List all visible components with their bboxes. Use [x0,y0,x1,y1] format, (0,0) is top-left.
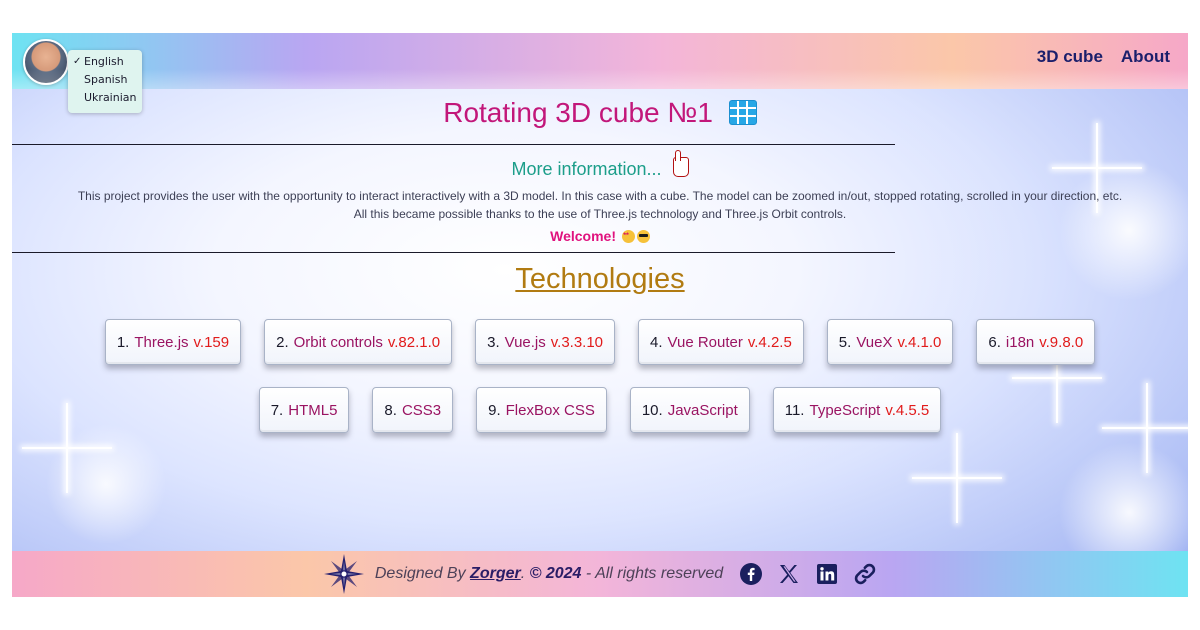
divider [12,252,895,253]
technology-badge[interactable]: 11. TypeScript v.4.5.5 [772,387,942,433]
page-title-row: Rotating 3D cube №1 [12,97,1188,129]
technology-name: i18n [1005,333,1035,351]
technology-badge[interactable]: 1. Three.js v.159 [104,319,242,365]
linkedin-icon[interactable] [815,562,839,586]
technology-version: v.159 [193,333,230,351]
technology-name: HTML5 [288,401,338,419]
technology-name: JavaScript [667,401,738,419]
technology-badge[interactable]: 10. JavaScript [629,387,750,433]
social-links [739,562,877,586]
description-line: All this became possible thanks to the u… [353,207,847,221]
technology-name: TypeScript [809,401,881,419]
technology-badge[interactable]: 7. HTML5 [258,387,350,433]
technology-version: v.4.1.0 [897,333,942,351]
grid-table-icon [728,100,757,125]
technology-number: 4. [650,333,663,351]
technology-number: 11. [784,401,805,419]
technology-name: FlexBox CSS [505,401,595,419]
language-label: Ukrainian [84,91,137,104]
technology-badge[interactable]: 4. Vue Router v.4.2.5 [638,319,804,365]
language-menu: ✓ English Spanish Ukrainian [68,50,142,113]
rights-text: - All rights reserved [585,565,724,582]
technology-version: v.9.8.0 [1039,333,1084,351]
language-option-ukrainian[interactable]: Ukrainian [68,89,142,107]
technologies-row: 7. HTML5 8. CSS3 9. FlexBox CSS 10. JavaScript 1… [12,387,1188,433]
link-icon[interactable] [853,562,877,586]
technologies-row: 1. Three.js v.159 2. Orbit controls v.82.1.0 3… [12,319,1188,365]
footer: Designed By Zorger. © 2024 - All rights … [12,551,1188,597]
designed-by-text: Designed By [374,565,466,582]
facebook-icon[interactable] [739,562,763,586]
more-information-row: More information... [12,150,1188,180]
technology-name: CSS3 [401,401,442,419]
technology-badge[interactable]: 5. VueX v.4.1.0 [826,319,954,365]
technology-name: Vue Router [667,333,743,351]
project-description: This project provides the user with the … [12,187,1188,223]
technology-badge[interactable]: 9. FlexBox CSS [476,387,607,433]
compass-rose-icon [323,554,364,594]
language-label: English [84,55,124,68]
technology-number: 10. [641,401,663,419]
technology-name: VueX [856,333,893,351]
star-struck-emoji-icon [621,230,635,243]
sparkle-decoration [912,433,1002,523]
technology-number: 7. [270,401,284,419]
technology-number: 2. [276,333,289,351]
technology-name: Three.js [134,333,189,351]
technology-number: 5. [838,333,852,351]
author-link[interactable]: Zorger [470,565,521,582]
x-icon[interactable] [777,562,801,586]
nav-link-3d-cube[interactable]: 3D cube [1037,47,1103,67]
welcome-row: Welcome! [12,228,1188,244]
technology-number: 8. [384,401,397,419]
technology-version: v.4.2.5 [747,333,792,351]
technology-number: 1. [116,333,130,351]
welcome-text: Welcome! [550,228,616,244]
header: 3D cube About [12,33,1188,89]
technology-badge[interactable]: 2. Orbit controls v.82.1.0 [264,319,453,365]
technology-number: 6. [988,333,1001,351]
copyright-year: © 2024 [529,565,582,582]
technology-name: Vue.js [504,333,546,351]
technology-version: v.3.3.10 [550,333,604,351]
technology-badge[interactable]: 3. Vue.js v.3.3.10 [475,319,616,365]
sunglasses-emoji-icon [636,230,650,243]
avatar[interactable] [23,39,69,85]
page-title: Rotating 3D cube №1 [443,97,713,128]
technologies-heading: Technologies [515,263,685,295]
technology-badge[interactable]: 8. CSS3 [372,387,454,433]
technology-badge[interactable]: 6. i18n v.9.8.0 [976,319,1096,365]
more-information-link[interactable]: More information... [511,159,661,179]
technology-number: 9. [488,401,501,419]
divider [12,144,895,145]
technology-version: v.82.1.0 [387,333,441,351]
footer-copyright: Designed By Zorger. © 2024 - All rights … [374,565,724,582]
nav-link-about[interactable]: About [1121,47,1170,67]
technology-number: 3. [487,333,500,351]
technology-name: Orbit controls [293,333,383,351]
page-frame: 3D cube About ✓ English Spanish Ukrainia… [12,33,1188,597]
main-nav: 3D cube About [1037,47,1170,67]
pointing-hand-icon [672,150,689,177]
technology-version: v.4.5.5 [885,401,930,419]
language-option-spanish[interactable]: Spanish [68,71,142,89]
check-icon: ✓ [73,56,82,67]
language-option-english[interactable]: ✓ English [68,53,142,71]
description-line: This project provides the user with the … [77,189,1123,203]
language-label: Spanish [84,73,128,86]
